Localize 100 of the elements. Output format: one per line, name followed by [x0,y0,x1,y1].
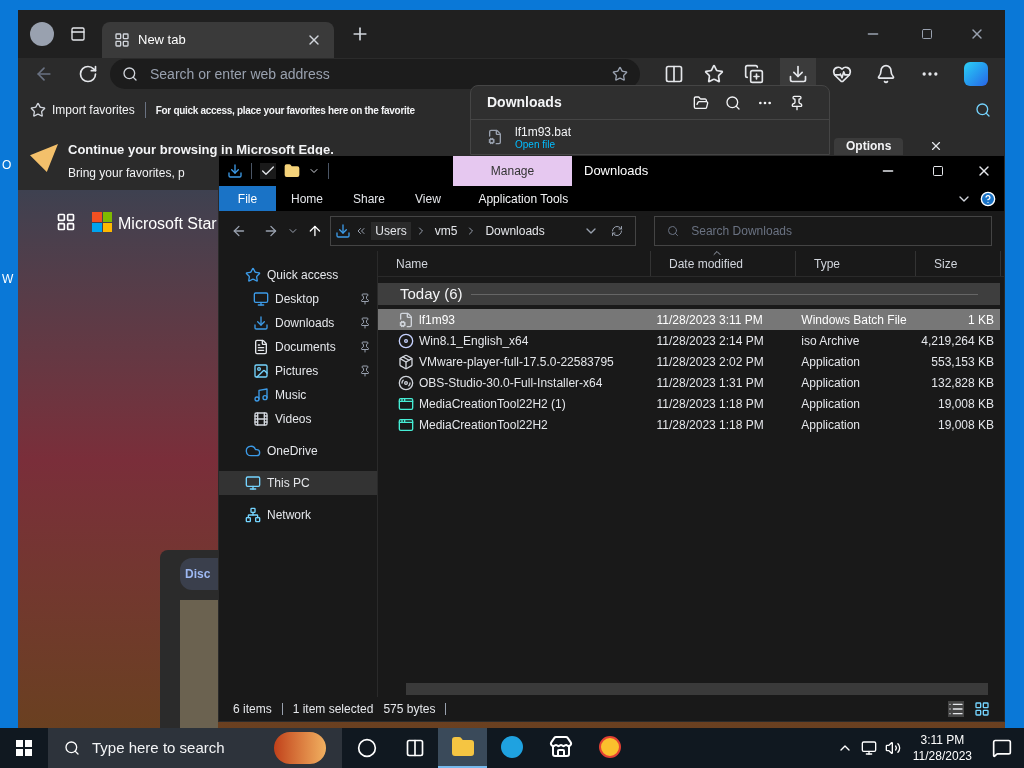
ribbon-tab[interactable]: View [400,186,456,211]
address-bar[interactable]: Search or enter web address [110,59,640,89]
computer-icon [245,475,261,491]
file-name: VMware-player-full-17.5.0-22583795 [419,353,614,371]
favorites-hint: For quick access, place your favorites here on the favorite [155,103,415,118]
file-row[interactable]: VMware-player-full-17.5.0-22583795 11/28/2023 2:02 PM Application 553,153 KB [378,351,1000,372]
back-icon[interactable] [231,223,247,239]
ribbon-tab[interactable]: Home [276,186,338,211]
network-status-icon[interactable] [860,740,877,756]
address-bar[interactable]: Users vm5 Downloads [330,216,637,246]
file-name: Win8.1_English_x64 [419,332,529,350]
file-date: 11/28/2023 2:02 PM [655,353,765,371]
column-header[interactable]: Type [796,251,916,276]
file-name: lf1m93 [419,311,456,329]
help-icon[interactable] [980,190,996,207]
banner-close-icon[interactable] [929,139,943,153]
open-file-link[interactable]: Open file [515,139,572,151]
favorite-icon[interactable] [612,66,628,82]
downloads-folder-icon [335,223,352,239]
file-name: OBS-Studio-30.0-Full-Installer-x64 [419,374,603,392]
file-size: 1 KB [967,311,995,329]
refresh-icon[interactable] [611,225,624,237]
column-header[interactable]: Size [916,251,1001,276]
nav-item[interactable]: Desktop [219,287,377,311]
ribbon-tab[interactable]: File [219,186,276,211]
nav-item[interactable]: Documents [219,335,377,359]
file-row[interactable]: Win8.1_English_x64 11/28/2023 2:14 PM iso Archive 4,219,264 KB [378,330,1000,351]
clock-time[interactable]: 3:11 PM [920,732,965,748]
open-folder-icon[interactable] [693,94,709,111]
pin-icon[interactable] [789,94,805,111]
breadcrumb-item[interactable]: Downloads [481,222,549,240]
tab-title: New tab [138,31,187,50]
music-note-icon [253,387,269,403]
tiles-view-icon[interactable] [974,701,990,717]
nav-item[interactable]: Pictures [219,359,377,383]
search-icon[interactable] [725,94,741,111]
bell-icon[interactable] [876,64,896,84]
nav-item[interactable]: Music [219,383,377,407]
heart-pulse-icon[interactable] [832,64,852,84]
file-date: 11/28/2023 1:18 PM [655,395,765,413]
monitor-icon [253,291,269,307]
file-name: MediaCreationTool22H2 (1) [419,395,566,413]
import-favorites-icon[interactable] [30,102,46,118]
nav-item[interactable]: Network [219,503,377,527]
taskbar-search-field[interactable]: Type here to search [48,728,342,768]
details-view-icon[interactable] [948,701,964,717]
file-row[interactable]: MediaCreationTool22H2 (1) 11/28/2023 1:18 PM Application 19,008 KB [378,393,1000,414]
split-screen-icon[interactable] [664,64,684,84]
file-type: Application [800,416,862,434]
maximize-icon[interactable] [921,28,933,40]
page-brand: Microsoft Star [118,214,217,234]
column-header[interactable]: Name [378,251,651,276]
column-header[interactable]: Date modified [651,251,796,276]
overflow-icon [355,225,368,237]
ribbon-tab[interactable]: Application Tools [463,186,583,211]
sidebar-search-icon[interactable] [975,102,991,118]
nav-item[interactable]: Downloads [219,311,377,335]
file-row[interactable]: lf1m93 11/28/2023 3:11 PM Windows Batch File 1 KB [378,309,1000,330]
discover-button[interactable]: Disc [180,558,218,590]
pin-icon [359,341,371,353]
status-item-count: 6 items [233,701,272,718]
import-favorites-link[interactable]: Import favorites [52,101,135,119]
breadcrumb-item[interactable]: Users [371,222,411,240]
context-tab-header[interactable]: Manage [453,156,572,186]
group-header[interactable]: Today (6) [378,283,1000,305]
clock-date[interactable]: 11/28/2023 [912,748,972,764]
ribbon-tab[interactable]: Share [338,186,401,211]
cloud-icon [245,443,261,459]
nav-item[interactable]: OneDrive [219,439,377,463]
file-row[interactable]: MediaCreationTool22H2 11/28/2023 1:18 PM Application 19,008 KB [378,414,1000,435]
notifications-icon[interactable] [992,738,1012,758]
file-type: Application [800,374,862,392]
browser-tab[interactable]: New tab [102,22,334,58]
nav-item[interactable]: Videos [219,407,377,431]
record-icon [398,374,414,391]
volume-icon[interactable] [884,740,901,756]
nav-item[interactable]: This PC [219,471,377,495]
favorites-icon[interactable] [704,64,724,84]
download-name[interactable]: lf1m93.bat [515,125,572,139]
file-row[interactable]: OBS-Studio-30.0-Full-Installer-x64 11/28/2023 1:31 PM Application 132,828 KB [378,372,1000,393]
properties-icon[interactable] [260,163,276,179]
search-placeholder: Type here to search [92,737,226,758]
pin-icon [359,293,371,305]
window-title: Downloads [584,162,650,181]
collections-icon[interactable] [744,64,764,84]
apps-menu-icon[interactable] [56,212,76,232]
breadcrumb-item[interactable]: vm5 [430,222,462,240]
file-name: MediaCreationTool22H2 [419,416,548,434]
search-field[interactable]: Search Downloads [654,216,992,246]
nav-item[interactable]: Quick access [219,263,377,287]
cortana-icon[interactable] [357,738,377,758]
tab-actions-icon[interactable] [70,26,86,42]
new-folder-icon[interactable] [284,163,300,179]
quick-access-download-icon[interactable] [227,163,243,179]
download-icon[interactable] [788,64,808,84]
task-view-icon[interactable] [405,738,425,758]
file-date: 11/28/2023 2:14 PM [655,332,765,350]
network-icon [245,507,261,523]
options-button[interactable]: Options [834,138,904,155]
refresh-icon[interactable] [78,64,98,84]
